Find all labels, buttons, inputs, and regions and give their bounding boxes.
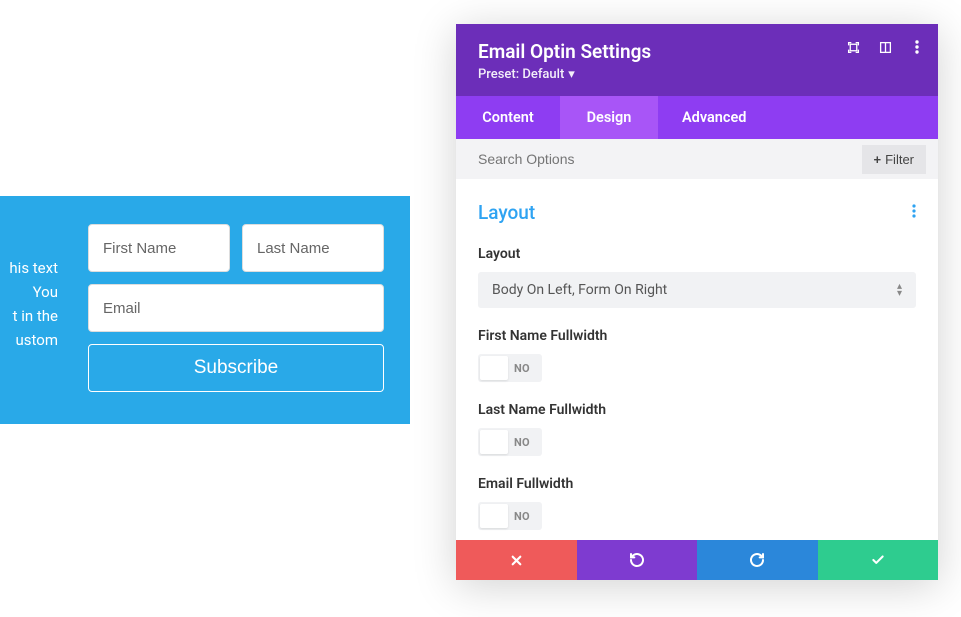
undo-button[interactable]	[577, 540, 698, 580]
cancel-button[interactable]	[456, 540, 577, 580]
body-text-line: You	[0, 280, 58, 304]
modal-footer	[456, 540, 938, 580]
preset-label: Preset: Default	[478, 67, 564, 82]
email-toggle[interactable]: NO	[478, 502, 542, 530]
preset-dropdown[interactable]: Preset: Default ▾	[478, 67, 916, 82]
fname-toggle[interactable]: NO	[478, 354, 542, 382]
tab-advanced[interactable]: Advanced	[658, 96, 770, 139]
email-label: Email Fullwidth	[478, 476, 916, 492]
email-optin-preview: his text You t in the ustom Subscribe	[0, 196, 410, 424]
chevron-down-icon: ▾	[568, 67, 575, 82]
section-title-layout[interactable]: Layout	[478, 201, 535, 224]
body-text-line: t in the	[0, 304, 58, 328]
expand-icon[interactable]	[846, 40, 860, 54]
save-button[interactable]	[818, 540, 939, 580]
search-input[interactable]	[478, 151, 862, 167]
filter-label: Filter	[885, 152, 914, 167]
preview-body-text: his text You t in the ustom	[0, 256, 58, 352]
layout-label: Layout	[478, 246, 916, 262]
lname-label: Last Name Fullwidth	[478, 402, 916, 418]
search-row: + Filter	[456, 139, 938, 179]
last-name-input[interactable]	[242, 224, 384, 272]
fname-label: First Name Fullwidth	[478, 328, 916, 344]
select-caret-icon: ▴▾	[897, 284, 902, 297]
redo-button[interactable]	[697, 540, 818, 580]
modal-tabs: Content Design Advanced	[456, 96, 938, 139]
toggle-label: NO	[514, 362, 530, 375]
settings-modal: Email Optin Settings Preset: Default ▾ C…	[456, 24, 938, 580]
tab-content[interactable]: Content	[456, 96, 560, 139]
toggle-knob	[480, 504, 508, 528]
more-icon[interactable]	[910, 40, 924, 54]
layout-select-value: Body On Left, Form On Right	[492, 282, 667, 298]
email-input[interactable]	[88, 284, 384, 332]
field-first-name-fullwidth: First Name Fullwidth NO	[478, 328, 916, 382]
layout-select[interactable]: Body On Left, Form On Right ▴▾	[478, 272, 916, 308]
body-text-line: his text	[0, 256, 58, 280]
toggle-knob	[480, 356, 508, 380]
field-email-fullwidth: Email Fullwidth NO	[478, 476, 916, 530]
tab-design[interactable]: Design	[560, 96, 658, 139]
panel-body: Layout Layout Body On Left, Form On Righ…	[456, 179, 938, 540]
lname-toggle[interactable]: NO	[478, 428, 542, 456]
field-last-name-fullwidth: Last Name Fullwidth NO	[478, 402, 916, 456]
filter-button[interactable]: + Filter	[862, 145, 926, 174]
section-menu-icon[interactable]	[912, 202, 916, 223]
modal-header[interactable]: Email Optin Settings Preset: Default ▾	[456, 24, 938, 96]
toggle-label: NO	[514, 436, 530, 449]
field-layout: Layout Body On Left, Form On Right ▴▾	[478, 246, 916, 308]
header-icons	[846, 40, 924, 54]
plus-icon: +	[874, 152, 882, 167]
toggle-label: NO	[514, 510, 530, 523]
subscribe-button[interactable]: Subscribe	[88, 344, 384, 392]
toggle-knob	[480, 430, 508, 454]
body-text-line: ustom	[0, 328, 58, 352]
preview-form: Subscribe	[88, 224, 384, 392]
first-name-input[interactable]	[88, 224, 230, 272]
snap-icon[interactable]	[878, 40, 892, 54]
